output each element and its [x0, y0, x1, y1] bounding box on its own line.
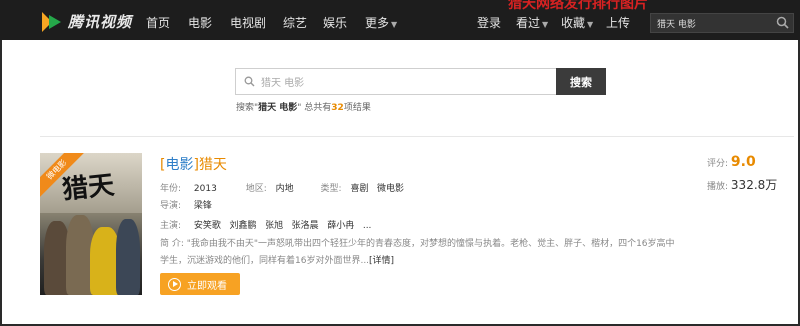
- poster-figure: [116, 219, 140, 295]
- rating: 评分: 9.0: [707, 154, 756, 170]
- nav-more-label: 更多: [365, 16, 390, 30]
- meta-row: 年份: 2013 地区: 内地 类型: 喜剧 微电影: [160, 181, 404, 194]
- summary-body: "我命由我不由天"一声怒吼带出四个轻狂少年的青春态度，对梦想的憧憬与执着。老枪、…: [160, 239, 675, 266]
- history-menu[interactable]: 看过 ▼: [516, 14, 548, 31]
- nav-search-value: 猎天 电影: [657, 19, 696, 30]
- summary-count: 32: [331, 103, 344, 113]
- cast-label: 主演:: [160, 221, 182, 231]
- details-link[interactable]: [详情]: [369, 256, 394, 266]
- promo-banner-text: 猎天网络发行排行图片: [508, 0, 648, 12]
- chevron-down-icon: ▼: [587, 20, 594, 29]
- year-label: 年份:: [160, 184, 182, 194]
- nav-movies[interactable]: 电影: [188, 14, 212, 31]
- play-count: 播放: 332.8万: [707, 176, 777, 193]
- summary-prefix: 搜索": [236, 103, 259, 113]
- watch-now-button[interactable]: 立即观看: [160, 273, 240, 295]
- summary-suffix: 项结果: [343, 103, 371, 113]
- search-icon: [244, 76, 255, 87]
- nav-home[interactable]: 首页: [146, 14, 170, 31]
- summary-text: 简 介: "我命由我不由天"一声怒吼带出四个轻狂少年的青春态度，对梦想的憧憬与执…: [160, 236, 680, 270]
- plays-value: 332.8: [730, 178, 766, 192]
- cast-values[interactable]: 安笑歌 刘鑫鹏 张旭 张洛晨 薛小冉 ...: [194, 221, 372, 231]
- nav-search-input[interactable]: 猎天 电影: [650, 13, 794, 33]
- movie-poster[interactable]: 猎天 微电影: [40, 153, 142, 295]
- director-label: 导演:: [160, 201, 182, 211]
- search-placeholder: 猎天 电影: [261, 78, 305, 89]
- play-icon: [168, 277, 181, 291]
- cast-row: 主演: 安笑歌 刘鑫鹏 张旭 张洛晨 薛小冉 ...: [160, 218, 371, 231]
- history-label: 看过: [516, 16, 541, 30]
- result-title[interactable]: [电影]猎天: [160, 154, 227, 174]
- score-value: 9.0: [730, 154, 756, 170]
- genre-values: 喜剧 微电影: [350, 184, 405, 194]
- plays-unit: 万: [765, 178, 778, 192]
- chevron-down-icon: ▼: [542, 20, 549, 29]
- director-row: 导演: 梁锋: [160, 198, 212, 211]
- search-input[interactable]: 猎天 电影: [235, 68, 557, 95]
- search-icon[interactable]: [776, 16, 789, 29]
- poster-title: 猎天: [60, 170, 116, 206]
- upload-link[interactable]: 上传: [606, 14, 630, 31]
- watch-now-label: 立即观看: [187, 280, 227, 292]
- logo-text: 腾讯视频: [68, 13, 133, 31]
- nav-variety[interactable]: 综艺: [283, 14, 307, 31]
- nav-more[interactable]: 更多 ▼: [365, 14, 397, 31]
- search-summary: 搜索"猎天 电影" 总共有32项结果: [236, 100, 371, 113]
- genre-label: 类型:: [320, 184, 342, 194]
- favorites-menu[interactable]: 收藏 ▼: [561, 14, 593, 31]
- plays-label: 播放:: [707, 182, 729, 192]
- login-link[interactable]: 登录: [477, 14, 501, 31]
- top-nav-bar: 腾讯视频 首页 电影 电视剧 综艺 娱乐 更多 ▼ 猎天网络发行排行图片 登录 看…: [0, 0, 800, 40]
- region-label: 地区:: [245, 184, 267, 194]
- search-button[interactable]: 搜索: [556, 68, 606, 95]
- summary-query: 猎天 电影: [258, 103, 298, 113]
- logo-play-icon: [42, 11, 62, 32]
- result-name[interactable]: 猎天: [199, 157, 227, 173]
- divider: [40, 136, 794, 137]
- nav-tv[interactable]: 电视剧: [230, 14, 266, 31]
- nav-entertainment[interactable]: 娱乐: [323, 14, 347, 31]
- director-value[interactable]: 梁锋: [194, 201, 212, 211]
- score-label: 评分:: [707, 159, 729, 169]
- logo[interactable]: 腾讯视频: [42, 11, 132, 32]
- region-value: 内地: [275, 184, 294, 194]
- chevron-down-icon: ▼: [391, 20, 398, 29]
- result-category[interactable]: 电影: [165, 157, 193, 173]
- summary-label: 简 介:: [160, 239, 184, 249]
- year-value: 2013: [193, 184, 217, 194]
- summary-mid: " 总共有: [297, 103, 332, 113]
- favorites-label: 收藏: [561, 16, 586, 30]
